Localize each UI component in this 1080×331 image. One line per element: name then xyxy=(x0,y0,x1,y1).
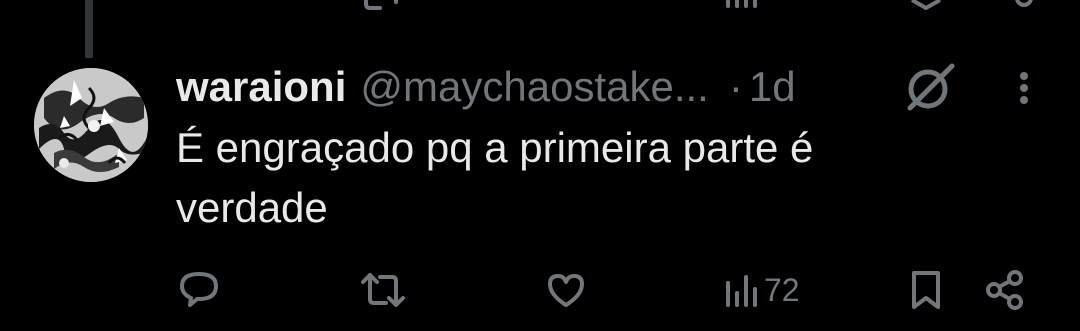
reply-text: É engraçado pq a primeira parte é verdad… xyxy=(176,124,814,231)
like-button[interactable] xyxy=(546,262,586,318)
reply-header: waraioni @maychaostake... · 1d xyxy=(176,58,796,116)
action-bar: 72 xyxy=(0,262,1080,318)
share-icon-partial[interactable] xyxy=(1000,0,1040,10)
timestamp[interactable]: 1d xyxy=(749,63,796,111)
retweet-button[interactable] xyxy=(360,262,406,318)
reply-icon xyxy=(180,272,218,307)
like-icon xyxy=(548,274,584,307)
retweet-icon xyxy=(361,273,405,307)
author-handle[interactable]: @maychaostake... xyxy=(360,63,708,111)
grok-icon[interactable] xyxy=(902,62,958,112)
share-button[interactable] xyxy=(984,262,1026,318)
views-count: 72 xyxy=(764,271,800,308)
views-icon xyxy=(726,275,757,307)
share-icon xyxy=(986,270,1023,310)
views-button[interactable]: 72 xyxy=(724,262,800,318)
views-icon-partial[interactable] xyxy=(724,0,760,10)
thread-connector-line xyxy=(85,0,93,58)
avatar[interactable] xyxy=(34,68,148,182)
bookmark-button[interactable] xyxy=(908,262,944,318)
more-icon[interactable] xyxy=(1008,66,1040,110)
bookmark-icon-partial[interactable] xyxy=(906,0,946,10)
author-name[interactable]: waraioni xyxy=(176,63,346,111)
separator-dot: · xyxy=(728,63,743,110)
reply-button[interactable] xyxy=(178,262,220,318)
retweet-icon-partial[interactable] xyxy=(360,0,410,10)
bookmark-icon xyxy=(912,271,940,309)
